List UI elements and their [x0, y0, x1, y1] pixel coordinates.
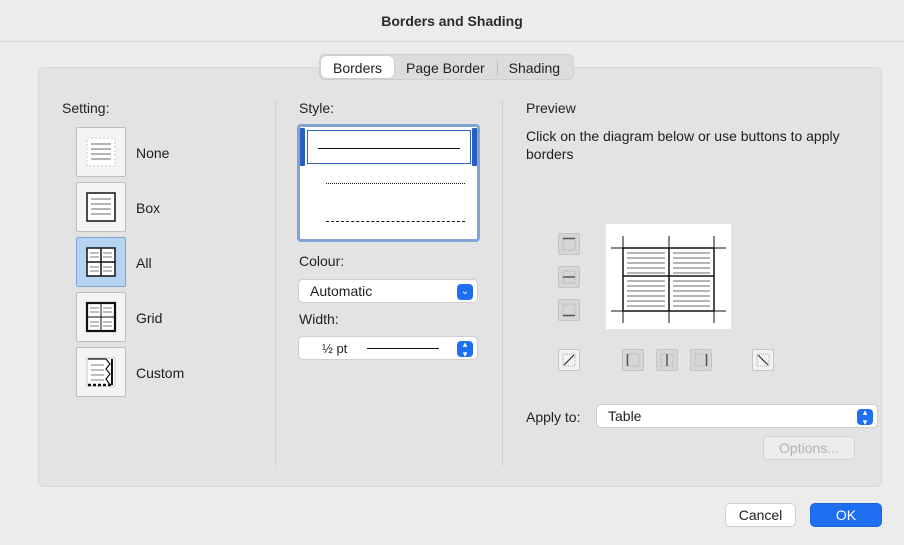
width-label: Width:: [299, 311, 339, 327]
border-none-icon: [86, 137, 116, 167]
inside-horizontal-border-button[interactable]: [558, 266, 580, 288]
border-box-icon: [86, 192, 116, 222]
border-all-icon: [86, 247, 116, 277]
style-option-solid[interactable]: [307, 130, 471, 164]
border-grid-icon: [85, 301, 117, 333]
setting-box-button[interactable]: [76, 182, 126, 232]
apply-to-value: Table: [608, 408, 642, 424]
style-list[interactable]: [297, 124, 480, 242]
tab-borders[interactable]: Borders: [321, 56, 395, 78]
chevron-down-icon: ⌄: [457, 284, 473, 300]
width-select[interactable]: ½ pt ▴ ▾: [298, 336, 478, 360]
updown-icon-apply: ▴ ▾: [857, 407, 873, 427]
setting-none-button[interactable]: [76, 127, 126, 177]
inside-vertical-border-icon: [660, 353, 674, 367]
updown-icon: ▴ ▾: [457, 339, 473, 359]
inside-vertical-border-button[interactable]: [656, 349, 678, 371]
apply-to-select[interactable]: Table ▴ ▾: [596, 404, 878, 428]
setting-grid-label: Grid: [136, 310, 163, 326]
style-list-scrollbar-right[interactable]: [472, 128, 477, 166]
ok-button[interactable]: OK: [810, 503, 882, 527]
setting-custom-button[interactable]: [76, 347, 126, 397]
diagonal-up-border-button[interactable]: [752, 349, 774, 371]
top-border-button[interactable]: [558, 233, 580, 255]
preview-table-graphic: [611, 236, 726, 323]
colour-value: Automatic: [310, 283, 373, 299]
apply-to-label: Apply to:: [526, 409, 581, 425]
bottom-border-icon: [562, 303, 576, 317]
setting-none-label: None: [136, 145, 170, 161]
solid-line-sample: [318, 148, 460, 149]
tab-bar: Borders Page Border Shading: [319, 54, 575, 80]
setting-all-button[interactable]: [76, 237, 126, 287]
diagonal-down-border-button[interactable]: [558, 349, 580, 371]
preview-diagram[interactable]: [606, 224, 731, 329]
options-button[interactable]: Options...: [763, 436, 855, 460]
preview-heading: Preview: [526, 100, 576, 116]
preview-instructions: Click on the diagram below or use button…: [526, 128, 840, 162]
cancel-button[interactable]: Cancel: [725, 503, 796, 527]
setting-heading: Setting:: [62, 100, 110, 116]
setting-all-label: All: [136, 255, 152, 271]
style-list-scrollbar[interactable]: [300, 128, 305, 166]
inside-horizontal-border-icon: [562, 270, 576, 284]
diagonal-up-icon: [562, 353, 576, 367]
colour-label: Colour:: [299, 253, 345, 269]
diagonal-down-icon: [756, 353, 770, 367]
right-border-button[interactable]: [690, 349, 712, 371]
left-border-button[interactable]: [622, 349, 644, 371]
column-divider-2: [502, 100, 503, 466]
setting-custom-label: Custom: [136, 365, 185, 381]
width-line-sample: [367, 348, 439, 349]
setting-grid-button[interactable]: [76, 292, 126, 342]
left-border-icon: [626, 353, 640, 367]
tab-page-border[interactable]: Page Border: [394, 56, 497, 78]
right-border-icon: [694, 353, 708, 367]
colour-select[interactable]: Automatic ⌄: [298, 279, 478, 303]
border-custom-icon: [86, 357, 116, 387]
width-value: ½ pt: [322, 340, 348, 356]
style-option-dotted[interactable]: [326, 183, 465, 184]
style-heading: Style:: [299, 100, 335, 116]
style-option-dashed[interactable]: [326, 221, 465, 222]
top-border-icon: [562, 237, 576, 251]
dialog-title: Borders and Shading: [0, 0, 904, 42]
bottom-border-button[interactable]: [558, 299, 580, 321]
column-divider: [275, 100, 276, 466]
tab-shading[interactable]: Shading: [496, 56, 572, 78]
setting-box-label: Box: [136, 200, 161, 216]
